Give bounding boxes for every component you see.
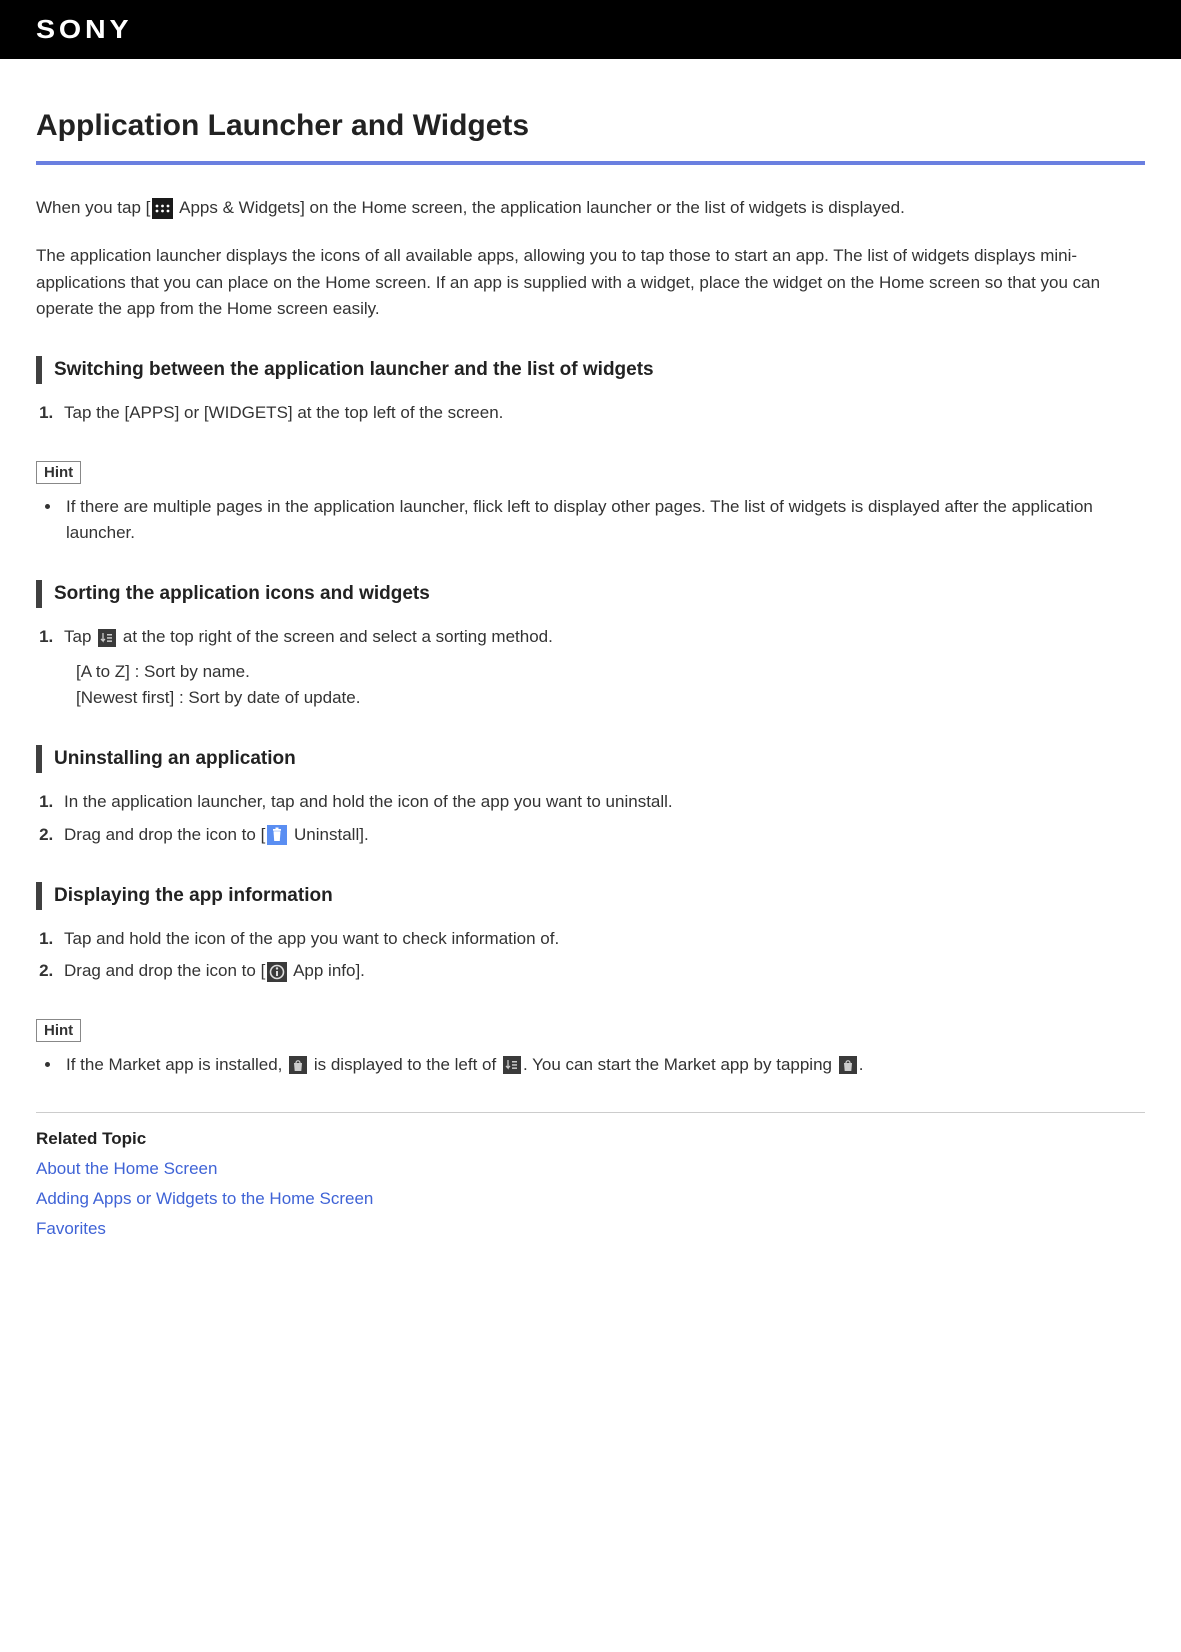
hint-label-2: Hint [36,1019,81,1042]
sorting-sub: [A to Z] : Sort by name. [Newest first] … [76,659,1145,712]
related-link-adding-apps[interactable]: Adding Apps or Widgets to the Home Scree… [36,1189,1145,1209]
sort-icon-small [503,1056,521,1074]
market-bag-icon [289,1056,307,1074]
heading-appinfo: Displaying the app information [36,882,1145,910]
market-bag-icon-2 [839,1056,857,1074]
related-heading: Related Topic [36,1129,1145,1149]
content-area: Application Launcher and Widgets When yo… [0,59,1181,1289]
hint2-b: is displayed to the left of [309,1055,501,1074]
related-link-home-screen[interactable]: About the Home Screen [36,1159,1145,1179]
intro1-b: Apps & Widgets] on the Home screen, the … [175,198,905,217]
sorting-step1-b: at the top right of the screen and selec… [118,627,553,646]
related-rule [36,1112,1145,1113]
info-icon [267,962,287,982]
trash-icon [267,825,287,845]
appinfo-step2-b: App info]. [289,961,365,980]
hint2-d: . [859,1055,864,1074]
apps-grid-icon [152,198,173,219]
intro-paragraph-1: When you tap [ Apps & Widgets] on the Ho… [36,195,1145,221]
steps-switching: Tap the [APPS] or [WIDGETS] at the top l… [36,400,1145,426]
steps-uninstalling: In the application launcher, tap and hol… [36,789,1145,848]
sorting-line3: [Newest first] : Sort by date of update. [76,685,1145,711]
hint2-a: If the Market app is installed, [66,1055,287,1074]
uninstall-step2-b: Uninstall]. [289,825,368,844]
hint-list-1: If there are multiple pages in the appli… [36,494,1145,547]
steps-appinfo: Tap and hold the icon of the app you wan… [36,926,1145,985]
title-rule [36,161,1145,165]
sorting-line2: [A to Z] : Sort by name. [76,659,1145,685]
related-link-favorites[interactable]: Favorites [36,1219,1145,1239]
intro-paragraph-2: The application launcher displays the ic… [36,243,1145,322]
heading-uninstalling: Uninstalling an application [36,745,1145,773]
heading-switching: Switching between the application launch… [36,356,1145,384]
sorting-step1-a: Tap [64,627,96,646]
steps-sorting: Tap at the top right of the screen and s… [36,624,1145,650]
brand-logo: SONY [36,14,132,45]
intro1-a: When you tap [ [36,198,150,217]
header-bar: SONY [0,0,1181,59]
hint-label-1: Hint [36,461,81,484]
appinfo-step-1: Tap and hold the icon of the app you wan… [58,926,1145,952]
appinfo-step2-a: Drag and drop the icon to [ [64,961,265,980]
switching-step-1: Tap the [APPS] or [WIDGETS] at the top l… [58,400,1145,426]
hint2-c: . You can start the Market app by tappin… [523,1055,837,1074]
uninstall-step-2: Drag and drop the icon to [ Uninstall]. [58,822,1145,848]
sorting-step-1: Tap at the top right of the screen and s… [58,624,1145,650]
hint-list-2: If the Market app is installed, is displ… [36,1052,1145,1078]
appinfo-step-2: Drag and drop the icon to [ App info]. [58,958,1145,984]
hint2-text: If the Market app is installed, is displ… [62,1052,1145,1078]
sort-icon [98,629,116,647]
uninstall-step2-a: Drag and drop the icon to [ [64,825,265,844]
page-title: Application Launcher and Widgets [36,109,1145,143]
heading-sorting: Sorting the application icons and widget… [36,580,1145,608]
uninstall-step-1: In the application launcher, tap and hol… [58,789,1145,815]
hint1-text: If there are multiple pages in the appli… [62,494,1145,547]
